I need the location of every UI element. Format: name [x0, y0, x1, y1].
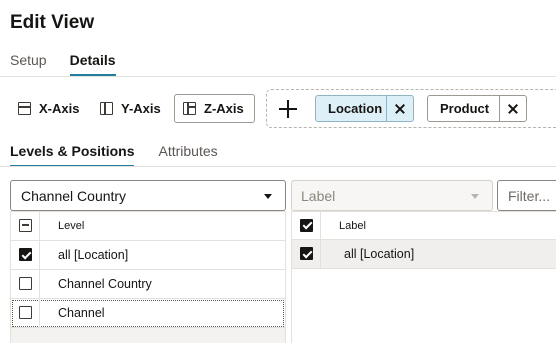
row-label: all [Location] — [58, 248, 129, 262]
grid-footer — [11, 327, 285, 343]
chevron-down-icon — [264, 194, 272, 199]
positions-grid-header: Label — [292, 212, 556, 240]
main-tabs: Setup Details — [10, 52, 139, 77]
label-select-placeholder: Label — [301, 187, 336, 204]
plus-icon[interactable] — [277, 98, 299, 120]
row-checkbox[interactable] — [300, 247, 313, 260]
label-select: Label — [291, 180, 493, 211]
sub-tabs-divider — [0, 166, 556, 167]
tab-details[interactable]: Details — [69, 52, 116, 76]
y-axis-button[interactable]: Y-Axis — [100, 94, 161, 123]
chip-product-label: Product — [440, 101, 490, 116]
tab-attributes[interactable]: Attributes — [158, 143, 217, 167]
row-label: Channel Country — [58, 277, 152, 291]
close-icon[interactable] — [387, 96, 413, 121]
level-select[interactable]: Channel Country — [10, 180, 286, 211]
x-axis-label: X-Axis — [39, 101, 80, 116]
tabs-divider — [0, 76, 556, 77]
row-label: Channel — [58, 306, 105, 320]
tab-levels-positions[interactable]: Levels & Positions — [10, 143, 135, 167]
chip-location[interactable]: Location — [315, 95, 414, 122]
table-row[interactable]: Channel — [11, 299, 285, 328]
z-axis-label: Z-Axis — [204, 101, 244, 116]
chip-product[interactable]: Product — [427, 95, 527, 122]
page-title: Edit View — [10, 12, 95, 33]
levels-grid: Level all [Location] Channel Country Cha… — [10, 211, 286, 343]
table-row[interactable]: all [Location] — [11, 241, 285, 270]
chevron-down-icon — [471, 194, 479, 199]
chip-location-label: Location — [328, 101, 383, 116]
table-row[interactable]: all [Location] — [292, 240, 556, 269]
column-header-level: Level — [58, 220, 85, 232]
x-axis-icon — [18, 102, 31, 115]
row-checkbox[interactable] — [19, 277, 32, 290]
row-checkbox[interactable] — [19, 248, 32, 261]
filter-input[interactable]: Filter... — [497, 180, 556, 211]
positions-grid: Label all [Location] — [291, 211, 556, 343]
table-row[interactable]: Channel Country — [11, 270, 285, 299]
filter-placeholder: Filter... — [508, 187, 551, 204]
sub-tabs: Levels & Positions Attributes — [10, 143, 242, 167]
y-axis-icon — [100, 102, 113, 115]
row-label: all [Location] — [344, 247, 415, 261]
z-axis-button[interactable]: Z-Axis — [174, 94, 255, 123]
tab-setup[interactable]: Setup — [10, 52, 47, 76]
select-all-checkbox[interactable] — [300, 218, 313, 232]
levels-grid-header: Level — [11, 212, 285, 241]
level-select-value: Channel Country — [21, 187, 127, 204]
column-header-label: Label — [339, 219, 366, 232]
row-checkbox[interactable] — [19, 306, 32, 319]
x-axis-button[interactable]: X-Axis — [18, 94, 79, 123]
z-axis-icon — [183, 102, 196, 115]
y-axis-label: Y-Axis — [121, 101, 161, 116]
select-all-checkbox[interactable] — [19, 219, 32, 232]
close-icon[interactable] — [500, 96, 526, 121]
